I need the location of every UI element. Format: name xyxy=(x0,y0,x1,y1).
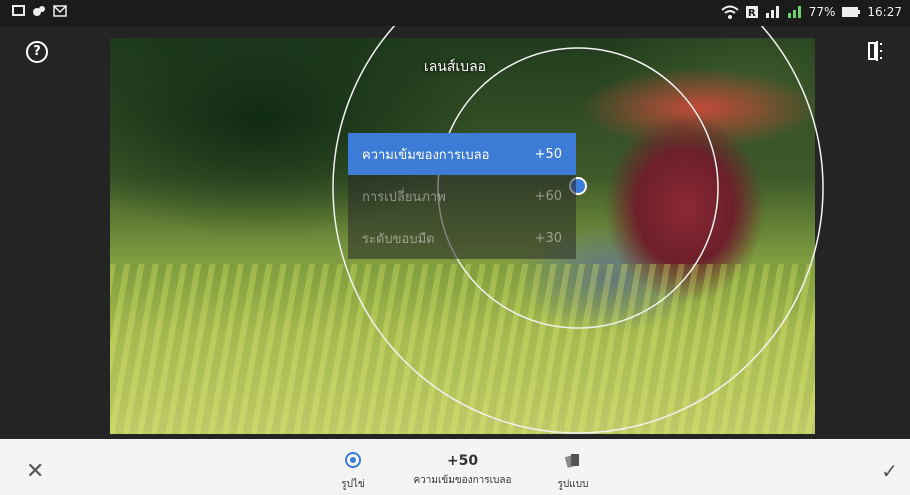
battery-percent: 77% xyxy=(808,5,836,19)
photo-editor: ? เลนส์เบลอ ความเข้มของการเบลอ +50 การเป… xyxy=(0,26,910,439)
drops-notification-icon xyxy=(33,6,45,16)
tab-ellipse-shape[interactable]: รูปไข่ xyxy=(328,451,378,492)
tool-title: เลนส์เบลอ xyxy=(423,59,487,75)
check-icon[interactable]: ✓ xyxy=(881,461,898,481)
gallery-notification-icon xyxy=(12,5,25,16)
bottom-toolbar: ✕ รูปไข่ +50 ความเข้มของการเบลอ รูปแบบ ✓ xyxy=(0,439,910,495)
tab-style[interactable]: รูปแบบ xyxy=(548,451,598,492)
svg-text:R: R xyxy=(748,8,756,19)
signal-2-icon xyxy=(787,6,801,18)
status-bar: R 77% 16:27 xyxy=(0,0,910,26)
status-bar-left xyxy=(12,5,67,17)
current-value-display: +50 ความเข้มของการเบลอ xyxy=(405,453,520,488)
close-icon[interactable]: ✕ xyxy=(26,461,44,483)
status-bar-right: R 77% 16:27 xyxy=(721,5,902,19)
menu-item-label: ความเข้มของการเบลอ xyxy=(362,147,490,163)
menu-item-value: +30 xyxy=(534,230,562,246)
current-value-label: ความเข้มของการเบลอ xyxy=(413,475,512,486)
menu-item-value: +60 xyxy=(534,188,562,204)
menu-item-label: การเปลี่ยนภาพ xyxy=(362,189,446,205)
menu-item-blur-strength[interactable]: ความเข้มของการเบลอ +50 xyxy=(348,133,576,175)
tab-label: รูปไข่ xyxy=(341,479,365,490)
menu-item-value: +50 xyxy=(534,146,562,162)
menu-item-label: ระดับขอบมืด xyxy=(362,231,435,247)
tab-label: รูปแบบ xyxy=(557,479,589,490)
style-cards-icon xyxy=(564,454,579,468)
target-icon xyxy=(345,452,361,468)
menu-item-transition[interactable]: การเปลี่ยนภาพ +60 xyxy=(348,175,576,217)
current-value: +50 xyxy=(446,453,479,469)
roaming-icon: R xyxy=(745,6,758,19)
wifi-icon xyxy=(721,5,739,19)
adjust-menu[interactable]: ความเข้มของการเบลอ +50 การเปลี่ยนภาพ +60… xyxy=(348,133,576,259)
mail-icon xyxy=(53,5,67,17)
menu-item-vignette[interactable]: ระดับขอบมืด +30 xyxy=(348,217,576,259)
clock: 16:27 xyxy=(867,5,902,19)
signal-1-icon xyxy=(765,6,779,18)
battery-icon xyxy=(842,7,861,17)
